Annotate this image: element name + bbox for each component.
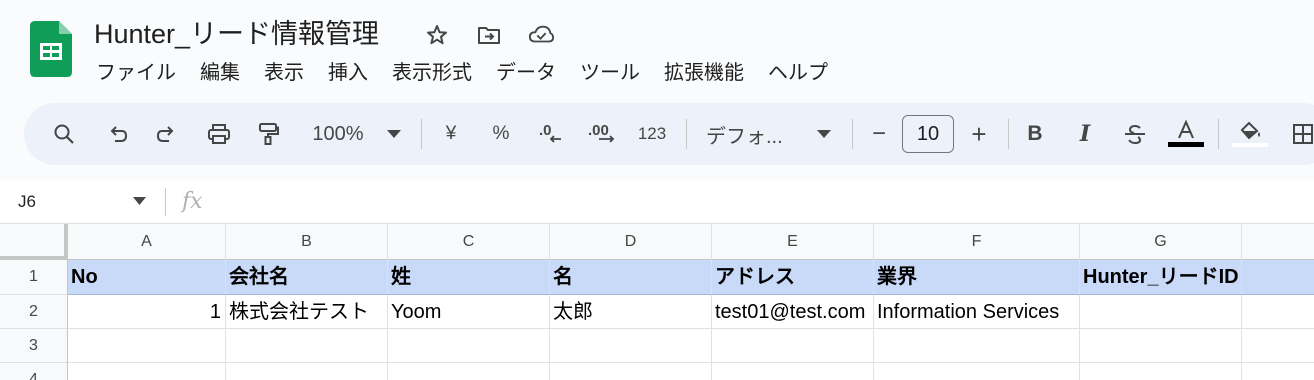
function-icon: fx xyxy=(182,189,203,214)
font-select[interactable]: デフォ... xyxy=(706,103,796,165)
column-header-a[interactable]: A xyxy=(68,224,226,260)
menu-tools[interactable]: ツール xyxy=(568,58,652,88)
menu-edit[interactable]: 編集 xyxy=(188,58,252,88)
decrease-decimal-icon[interactable]: .0 xyxy=(534,103,570,165)
redo-icon[interactable] xyxy=(148,103,184,165)
menu-file[interactable]: ファイル xyxy=(84,58,188,88)
cell-b4[interactable] xyxy=(226,363,388,380)
formula-bar: J6 fx xyxy=(0,180,1314,224)
fill-color-icon[interactable] xyxy=(1230,103,1270,165)
svg-text:.0: .0 xyxy=(539,122,552,139)
row-header-2[interactable]: 2 xyxy=(0,295,68,329)
decrease-font-size-button[interactable]: − xyxy=(864,103,894,165)
cell-h4[interactable] xyxy=(1242,363,1314,380)
cell-c1[interactable]: 姓 xyxy=(388,260,550,295)
cloud-status-icon[interactable] xyxy=(528,22,554,48)
cell-e3[interactable] xyxy=(712,329,874,363)
toolbar: 100% ¥ % .0 .00 123 デフォ... − 10 + B I xyxy=(24,103,1314,165)
cell-d3[interactable] xyxy=(550,329,712,363)
menu-format[interactable]: 表示形式 xyxy=(380,58,484,88)
chevron-down-icon[interactable] xyxy=(133,197,146,205)
cell-c4[interactable] xyxy=(388,363,550,380)
cell-b2[interactable]: 株式会社テスト xyxy=(226,295,388,329)
cell-a1[interactable]: No xyxy=(68,260,226,295)
bold-icon[interactable]: B xyxy=(1020,103,1050,165)
star-icon[interactable] xyxy=(424,22,450,48)
column-header-d[interactable]: D xyxy=(550,224,712,260)
cell-e4[interactable] xyxy=(712,363,874,380)
cell-h2[interactable] xyxy=(1242,295,1314,329)
cell-g4[interactable] xyxy=(1080,363,1242,380)
menu-insert[interactable]: 挿入 xyxy=(316,58,380,88)
font-size-input[interactable]: 10 xyxy=(902,115,954,153)
print-icon[interactable] xyxy=(200,103,238,165)
strikethrough-icon[interactable] xyxy=(1120,103,1150,165)
toolbar-divider xyxy=(1008,119,1009,149)
paint-format-icon[interactable] xyxy=(250,103,286,165)
menu-data[interactable]: データ xyxy=(484,58,568,88)
cell-d4[interactable] xyxy=(550,363,712,380)
text-color-icon[interactable] xyxy=(1166,103,1206,165)
column-header-e[interactable]: E xyxy=(712,224,874,260)
move-to-folder-icon[interactable] xyxy=(476,22,502,48)
name-box[interactable]: J6 xyxy=(18,180,36,224)
row-header-3[interactable]: 3 xyxy=(0,329,68,363)
column-header-f[interactable]: F xyxy=(874,224,1080,260)
cell-c3[interactable] xyxy=(388,329,550,363)
cell-g2[interactable] xyxy=(1080,295,1242,329)
cell-h1[interactable] xyxy=(1242,260,1314,295)
increase-font-size-button[interactable]: + xyxy=(964,103,994,165)
cell-a4[interactable] xyxy=(68,363,226,380)
chevron-down-icon[interactable] xyxy=(382,103,406,165)
cell-e1[interactable]: アドレス xyxy=(712,260,874,295)
chevron-down-icon[interactable] xyxy=(812,103,836,165)
select-all-corner[interactable] xyxy=(0,224,68,260)
cell-a2[interactable]: 1 xyxy=(68,295,226,329)
toolbar-divider xyxy=(421,119,422,149)
toolbar-divider xyxy=(686,119,687,149)
cell-h3[interactable] xyxy=(1242,329,1314,363)
undo-icon[interactable] xyxy=(100,103,136,165)
column-header-c[interactable]: C xyxy=(388,224,550,260)
italic-icon[interactable]: I xyxy=(1070,103,1100,165)
formula-bar-divider xyxy=(165,188,166,216)
cell-d2[interactable]: 太郎 xyxy=(550,295,712,329)
row-header-4[interactable]: 4 xyxy=(0,363,68,380)
cell-f1[interactable]: 業界 xyxy=(874,260,1080,295)
cell-f3[interactable] xyxy=(874,329,1080,363)
row-header-1[interactable]: 1 xyxy=(0,260,68,295)
cell-f4[interactable] xyxy=(874,363,1080,380)
cell-b3[interactable] xyxy=(226,329,388,363)
currency-button[interactable]: ¥ xyxy=(436,103,466,165)
document-title[interactable]: Hunter_リード情報管理 xyxy=(94,14,379,54)
title-bar: Hunter_リード情報管理 ファイル 編集 表示 挿入 表示形式 データ ツー… xyxy=(0,0,1314,100)
column-header-h[interactable] xyxy=(1242,224,1314,260)
sheets-logo-icon[interactable] xyxy=(30,21,72,77)
cell-g1[interactable]: Hunter_リードID xyxy=(1080,260,1242,295)
menu-help[interactable]: ヘルプ xyxy=(756,58,840,88)
cell-e2[interactable]: test01@test.com xyxy=(712,295,874,329)
svg-text:.00: .00 xyxy=(588,122,609,139)
cell-c2[interactable]: Yoom xyxy=(388,295,550,329)
toolbar-divider xyxy=(1218,119,1219,149)
cell-d1[interactable]: 名 xyxy=(550,260,712,295)
menu-extensions[interactable]: 拡張機能 xyxy=(652,58,756,88)
cell-g3[interactable] xyxy=(1080,329,1242,363)
increase-decimal-icon[interactable]: .00 xyxy=(584,103,624,165)
column-header-b[interactable]: B xyxy=(226,224,388,260)
menu-bar: ファイル 編集 表示 挿入 表示形式 データ ツール 拡張機能 ヘルプ xyxy=(84,58,840,88)
cell-b1[interactable]: 会社名 xyxy=(226,260,388,295)
borders-icon[interactable] xyxy=(1288,103,1314,165)
percent-button[interactable]: % xyxy=(486,103,516,165)
column-header-g[interactable]: G xyxy=(1080,224,1242,260)
cell-a3[interactable] xyxy=(68,329,226,363)
search-icon[interactable] xyxy=(44,103,84,165)
toolbar-divider xyxy=(852,119,853,149)
spreadsheet-grid: A B C D E F G 1 2 3 4 No 会社名 姓 名 アドレス 業界… xyxy=(0,224,1314,380)
more-formats-button[interactable]: 123 xyxy=(632,103,672,165)
menu-view[interactable]: 表示 xyxy=(252,58,316,88)
cell-f2[interactable]: Information Services xyxy=(874,295,1080,329)
zoom-select[interactable]: 100% xyxy=(302,103,374,165)
